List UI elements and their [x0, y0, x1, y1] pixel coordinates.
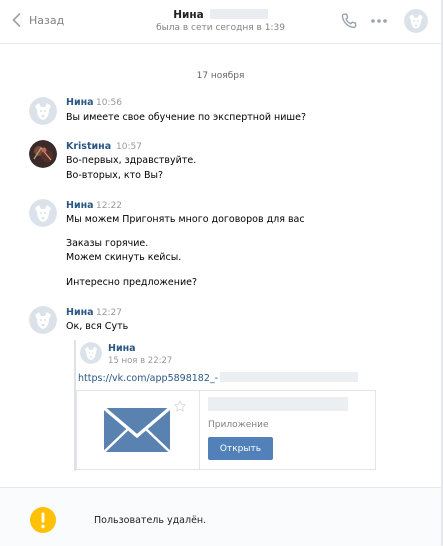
message-author[interactable]: Нина	[66, 97, 94, 108]
message-author[interactable]: Нина	[66, 307, 94, 318]
user-deleted-text: Пользователь удалён.	[94, 515, 207, 526]
message-text: Во-первых, здравствуйте.	[66, 155, 197, 166]
message-time[interactable]: 12:22	[96, 201, 122, 211]
redacted-surname	[209, 9, 268, 19]
app-subtitle: Приложение	[208, 420, 269, 430]
message-text: Заказы горячие.	[66, 238, 149, 249]
app-link[interactable]: https://vk.com/app5898182_-	[78, 372, 359, 384]
message-time[interactable]: 10:56	[96, 98, 122, 108]
more-icon[interactable]	[369, 13, 389, 29]
message-text: Вы имеете свое обучение по экспертной ни…	[66, 112, 306, 123]
phone-icon[interactable]	[340, 12, 358, 30]
app-link-text: https://vk.com/app5898182_-	[78, 373, 219, 384]
message-text: Интересно предложение?	[66, 277, 198, 288]
message-text: Мы можем Пригонять много договоров для в…	[66, 214, 305, 225]
redacted-link-part	[220, 372, 359, 382]
chat-window: Назад Нина была в сети сегодня в 1:39 17…	[0, 0, 443, 546]
contact-avatar[interactable]	[404, 9, 428, 33]
chat-footer: Пользователь удалён.	[0, 487, 441, 546]
date-divider: 17 ноября	[196, 71, 245, 81]
envelope-icon[interactable]	[77, 391, 200, 469]
message-text: Можем скинуть кейсы.	[66, 252, 182, 263]
chat-header: Назад Нина была в сети сегодня в 1:39	[0, 0, 441, 44]
message-author[interactable]: Kristина	[66, 141, 111, 152]
avatar[interactable]	[29, 140, 57, 168]
warning-icon	[30, 507, 56, 533]
message-text: Ок, вся Суть	[66, 321, 129, 332]
contact-name-text: Нина	[173, 9, 204, 21]
avatar[interactable]	[29, 306, 57, 334]
forwarded-time[interactable]: 15 ноя в 22:27	[108, 356, 172, 366]
message-author[interactable]: Нина	[66, 200, 94, 211]
forwarded-message: Нина 15 ноя в 22:27 https://vk.com/app58…	[74, 340, 378, 471]
avatar[interactable]	[29, 97, 57, 125]
open-button[interactable]: Открыть	[208, 437, 273, 460]
message-time[interactable]: 12:27	[96, 308, 122, 318]
message-text: Во-вторых, кто Вы?	[66, 170, 164, 181]
redacted-app-title	[208, 397, 348, 411]
forwarded-author[interactable]: Нина	[108, 343, 136, 354]
message-time[interactable]: 10:57	[116, 142, 142, 152]
avatar[interactable]	[80, 342, 102, 364]
app-card[interactable]: Приложение Открыть	[76, 390, 376, 470]
avatar[interactable]	[29, 199, 57, 227]
